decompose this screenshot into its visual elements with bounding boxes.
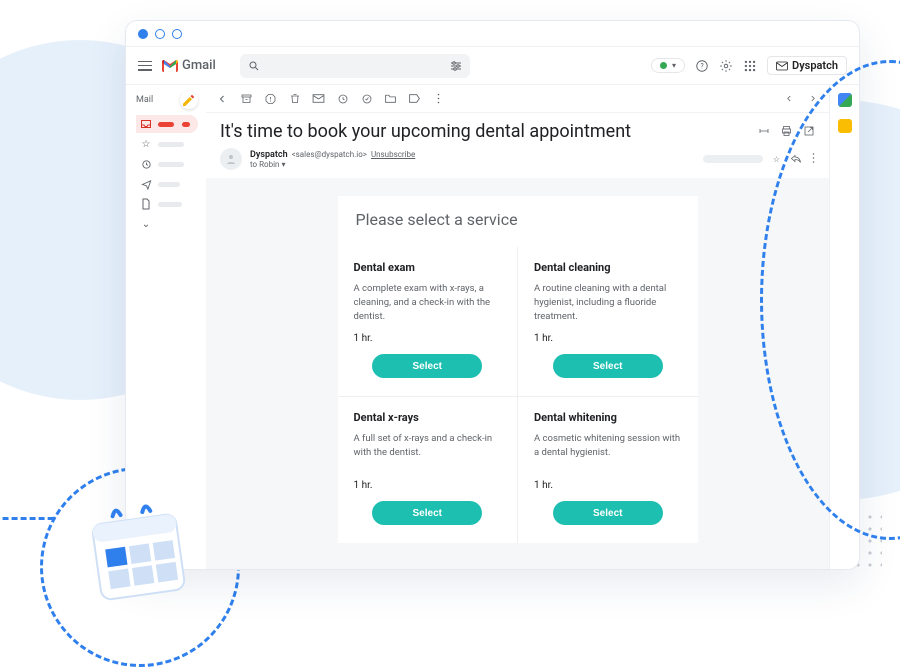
select-button[interactable]: Select [553,501,663,525]
email-subject: It's time to book your upcoming dental a… [220,121,631,142]
sender-avatar[interactable] [220,148,242,170]
gmail-header: Gmail ▾ ? Dyspatch [126,47,859,85]
window-dot-3 [172,29,182,39]
service-card: Dental cleaning A routine cleaning with a… [518,247,698,396]
nav-sent[interactable] [136,175,198,193]
service-title: Dental exam [354,261,502,274]
chevron-down-icon: ▾ [672,61,676,70]
gmail-m-icon [162,60,178,72]
timestamp-placeholder [703,155,763,163]
move-icon[interactable] [384,92,397,105]
service-card: Dental whitening A cosmetic whitening ses… [518,397,698,543]
sender-email: <sales@dyspatch.io> [292,150,367,159]
select-button[interactable]: Select [372,501,482,525]
nav-inbox[interactable] [136,115,198,133]
sender-row: Dyspatch <sales@dyspatch.io> Unsubscribe… [206,146,829,178]
show-details-icon[interactable]: ▾ [281,160,285,169]
snooze-icon[interactable] [336,92,349,105]
service-title: Dental x-rays [354,411,502,424]
service-duration: 1 hr. [354,333,502,344]
service-desc: A cosmetic whitening session with a dent… [534,432,682,470]
message-toolbar [206,85,829,113]
delete-icon[interactable] [288,92,301,105]
status-chip[interactable]: ▾ [651,58,685,73]
star-message-icon[interactable]: ☆ [773,155,780,164]
calendar-icon [78,493,198,613]
print-icon[interactable] [780,122,793,141]
window-dot-2 [155,29,165,39]
gmail-label: Gmail [182,58,216,73]
brand-label: Dyspatch [792,59,838,72]
service-duration: 1 hr. [534,333,682,344]
service-desc: A full set of x-rays and a check-in with… [354,432,502,470]
nav-starred[interactable]: ☆ [136,135,198,153]
file-icon [140,198,152,210]
spam-icon[interactable] [264,92,277,105]
nav-drafts[interactable] [136,195,198,213]
mark-unread-icon[interactable] [312,92,325,105]
service-title: Dental whitening [534,411,682,424]
service-desc: A complete exam with x-rays, a cleaning,… [354,282,502,323]
chevron-down-icon: ⌄ [140,218,152,230]
clock-icon [140,158,152,170]
expand-icon[interactable] [758,122,770,141]
select-button[interactable]: Select [553,354,663,378]
send-icon [140,178,152,190]
email-body: Please select a service Dental exam A com… [206,178,829,569]
back-icon[interactable] [216,92,229,105]
search-input[interactable] [240,54,470,78]
apps-icon[interactable] [743,59,757,73]
menu-icon[interactable] [138,61,152,71]
sender-name: Dyspatch [250,150,288,160]
message-pane: It's time to book your upcoming dental a… [206,85,829,569]
service-duration: 1 hr. [534,480,682,491]
add-task-icon[interactable] [360,92,373,105]
svg-text:?: ? [700,62,704,70]
help-icon[interactable]: ? [695,59,709,73]
window-titlebar [126,21,859,47]
nav-snoozed[interactable] [136,155,198,173]
envelope-icon [776,61,788,71]
archive-icon[interactable] [240,92,253,105]
services-panel: Please select a service Dental exam A com… [338,196,698,543]
window-dot-1 [138,29,148,39]
panel-title: Please select a service [338,196,698,247]
recipient-line: to Robin [250,160,279,169]
label-icon[interactable] [408,92,421,105]
inbox-icon [140,118,152,130]
select-button[interactable]: Select [372,354,482,378]
search-options-icon[interactable] [450,61,462,71]
service-card: Dental exam A complete exam with x-rays, … [338,247,518,396]
star-icon: ☆ [140,138,152,150]
service-card: Dental x-rays A full set of x-rays and a … [338,397,518,543]
account-brand-chip[interactable]: Dyspatch [767,56,847,75]
unsubscribe-link[interactable]: Unsubscribe [371,150,415,159]
service-title: Dental cleaning [534,261,682,274]
service-duration: 1 hr. [354,480,502,491]
search-icon [248,60,260,72]
older-icon[interactable] [782,92,795,105]
compose-button[interactable] [180,91,198,109]
nav-heading: Mail [136,95,153,105]
browser-window: Gmail ▾ ? Dyspatch Mail [125,20,860,570]
more-icon[interactable] [432,92,445,105]
status-dot-icon [660,62,667,69]
nav-more[interactable]: ⌄ [136,215,198,233]
gmail-logo[interactable]: Gmail [162,58,216,73]
service-desc: A routine cleaning with a dental hygieni… [534,282,682,323]
settings-icon[interactable] [719,59,733,73]
person-icon [225,153,237,165]
